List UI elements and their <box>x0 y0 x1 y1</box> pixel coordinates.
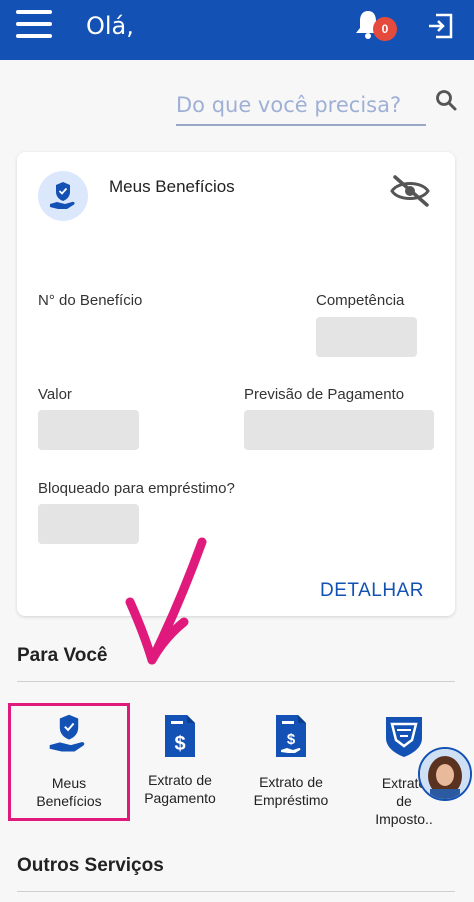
value-placeholder <box>38 410 139 450</box>
for-you-divider <box>17 681 455 682</box>
other-services-title: Outros Serviços <box>17 855 164 876</box>
benefits-card: Meus Benefícios N° do Benefício Competên… <box>17 152 455 616</box>
svg-text:$: $ <box>174 733 185 755</box>
for-you-title: Para Você <box>17 645 108 666</box>
payment-forecast-placeholder <box>244 410 434 450</box>
pink-arrow-annotation <box>125 537 207 665</box>
assistant-avatar[interactable] <box>418 747 472 801</box>
benefits-avatar <box>38 171 88 221</box>
menu-icon[interactable] <box>16 10 52 40</box>
lion-shield-icon <box>386 717 422 757</box>
detail-button[interactable]: DETALHAR <box>320 580 424 602</box>
search-bar <box>176 86 458 128</box>
value-label: Valor <box>38 386 72 403</box>
benefit-number-label: N° do Benefício <box>38 292 143 309</box>
competence-value-placeholder <box>316 317 417 357</box>
payment-forecast-label: Previsão de Pagamento <box>244 386 405 403</box>
eye-off-icon[interactable] <box>389 174 431 208</box>
notification-badge: 0 <box>373 17 397 41</box>
service-label-line1: Extrato de <box>148 772 212 788</box>
document-loan-icon: $ <box>276 715 306 757</box>
blocked-label: Bloqueado para empréstimo? <box>38 480 235 497</box>
highlight-box <box>8 703 130 821</box>
search-icon[interactable] <box>434 88 458 112</box>
service-label-line2: Pagamento <box>144 790 216 806</box>
service-label-line3: Imposto.. <box>375 811 433 827</box>
search-input[interactable] <box>176 86 426 126</box>
service-payment-statement[interactable]: $ Extrato de Pagamento <box>120 713 240 807</box>
logout-icon[interactable] <box>426 12 454 40</box>
card-title: Meus Benefícios <box>109 177 235 196</box>
shield-hand-icon <box>50 182 75 209</box>
service-loan-statement[interactable]: $ Extrato de Empréstimo <box>231 713 351 809</box>
app-header: Olá, 0 <box>0 0 474 60</box>
greeting-text: Olá, <box>86 12 134 40</box>
other-services-divider <box>17 891 455 892</box>
competence-label: Competência <box>316 292 405 309</box>
svg-text:$: $ <box>287 731 296 748</box>
document-dollar-icon: $ <box>165 715 195 757</box>
service-label-line2: Empréstimo <box>253 792 329 808</box>
service-label-line1: Extrato de <box>259 774 323 790</box>
